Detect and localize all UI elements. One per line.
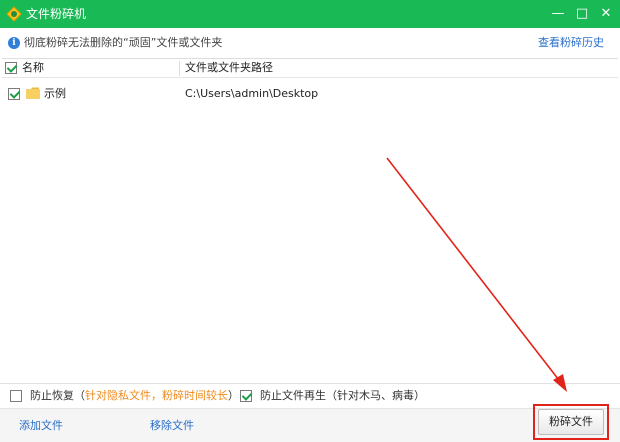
view-shred-history-link[interactable]: 查看粉碎历史 xyxy=(538,36,604,50)
table-row[interactable]: 示例 C:\Users\admin\Desktop xyxy=(2,83,618,103)
add-file-link[interactable]: 添加文件 xyxy=(19,419,63,433)
shred-options: 防止恢复（针对隐私文件，粉碎时间较长） 防止文件再生（针对木马、病毒） xyxy=(0,383,620,407)
table-header: 名称 文件或文件夹路径 xyxy=(2,58,618,78)
prevent-recovery-label[interactable]: 防止恢复（针对隐私文件，粉碎时间较长） xyxy=(30,389,239,403)
prevent-recovery-checkbox[interactable] xyxy=(10,390,22,402)
bottom-bar: 添加文件 移除文件 xyxy=(0,408,620,442)
folder-icon xyxy=(26,87,40,99)
row-file-path: C:\Users\admin\Desktop xyxy=(185,87,319,100)
file-list[interactable]: 示例 C:\Users\admin\Desktop xyxy=(2,79,618,381)
prevent-regeneration-label[interactable]: 防止文件再生（针对木马、病毒） xyxy=(260,389,425,403)
row-checkbox[interactable] xyxy=(8,88,20,100)
prevent-regeneration-checkbox[interactable] xyxy=(240,390,252,402)
column-header-name[interactable]: 名称 xyxy=(22,61,44,75)
title-bar: 文件粉碎机 — □ ✕ xyxy=(0,0,620,28)
remove-file-link[interactable]: 移除文件 xyxy=(150,419,194,433)
shredder-app-icon xyxy=(6,6,22,22)
column-divider[interactable] xyxy=(179,61,180,76)
info-icon: i xyxy=(8,37,20,49)
prevent-recovery-note: 针对隐私文件，粉碎时间较长 xyxy=(85,389,228,402)
window-title: 文件粉碎机 xyxy=(26,7,87,21)
column-header-path[interactable]: 文件或文件夹路径 xyxy=(185,61,273,75)
close-button[interactable]: ✕ xyxy=(596,4,616,24)
info-text: 彻底粉碎无法删除的“顽固”文件或文件夹 xyxy=(24,36,223,49)
row-file-name: 示例 xyxy=(44,87,66,100)
maximize-button[interactable]: □ xyxy=(572,4,592,24)
minimize-button[interactable]: — xyxy=(548,4,568,24)
select-all-checkbox[interactable] xyxy=(5,62,17,74)
info-bar: i 彻底粉碎无法删除的“顽固”文件或文件夹 查看粉碎历史 xyxy=(0,28,620,58)
shred-file-button[interactable]: 粉碎文件 xyxy=(538,409,604,435)
